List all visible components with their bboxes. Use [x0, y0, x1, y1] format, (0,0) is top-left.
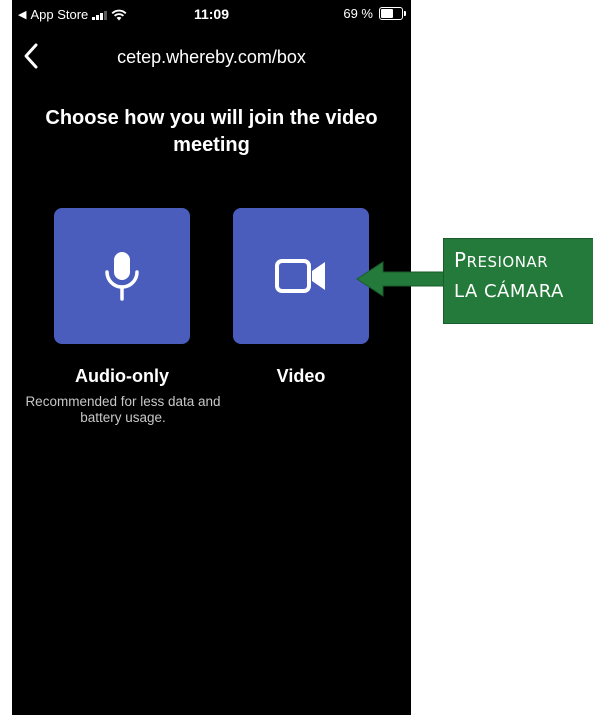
navigation-bar: cetep.whereby.com/box: [12, 36, 411, 76]
video-option[interactable]: Video: [233, 208, 369, 387]
battery-percent: 69 %: [343, 6, 373, 21]
audio-only-label: Audio-only: [75, 366, 169, 386]
audio-only-option[interactable]: Audio-only: [54, 208, 190, 387]
annotation-arrow-icon: [356, 261, 445, 297]
page-url-title: cetep.whereby.com/box: [117, 47, 306, 67]
video-label: Video: [276, 366, 326, 386]
microphone-icon: [105, 252, 139, 301]
annotation-line-1: PRESIONAR: [454, 248, 549, 272]
audio-only-tile[interactable]: [54, 208, 190, 344]
battery-icon: [379, 7, 406, 20]
status-bar: ◀ App Store 11:09 69 %: [12, 0, 411, 26]
video-tile[interactable]: [233, 208, 369, 344]
annotation-line-2: LA CÁMARA: [454, 281, 564, 302]
phone-screen: ◀ App Store 11:09 69 % cetep.whereby.com…: [12, 0, 411, 715]
video-camera-icon: [275, 259, 325, 293]
page-heading: Choose how you will join the video meeti…: [45, 107, 378, 156]
annotation-callout: PRESIONAR LA CÁMARA: [443, 238, 593, 324]
audio-only-description: Recommended for less data and battery us…: [25, 394, 221, 425]
